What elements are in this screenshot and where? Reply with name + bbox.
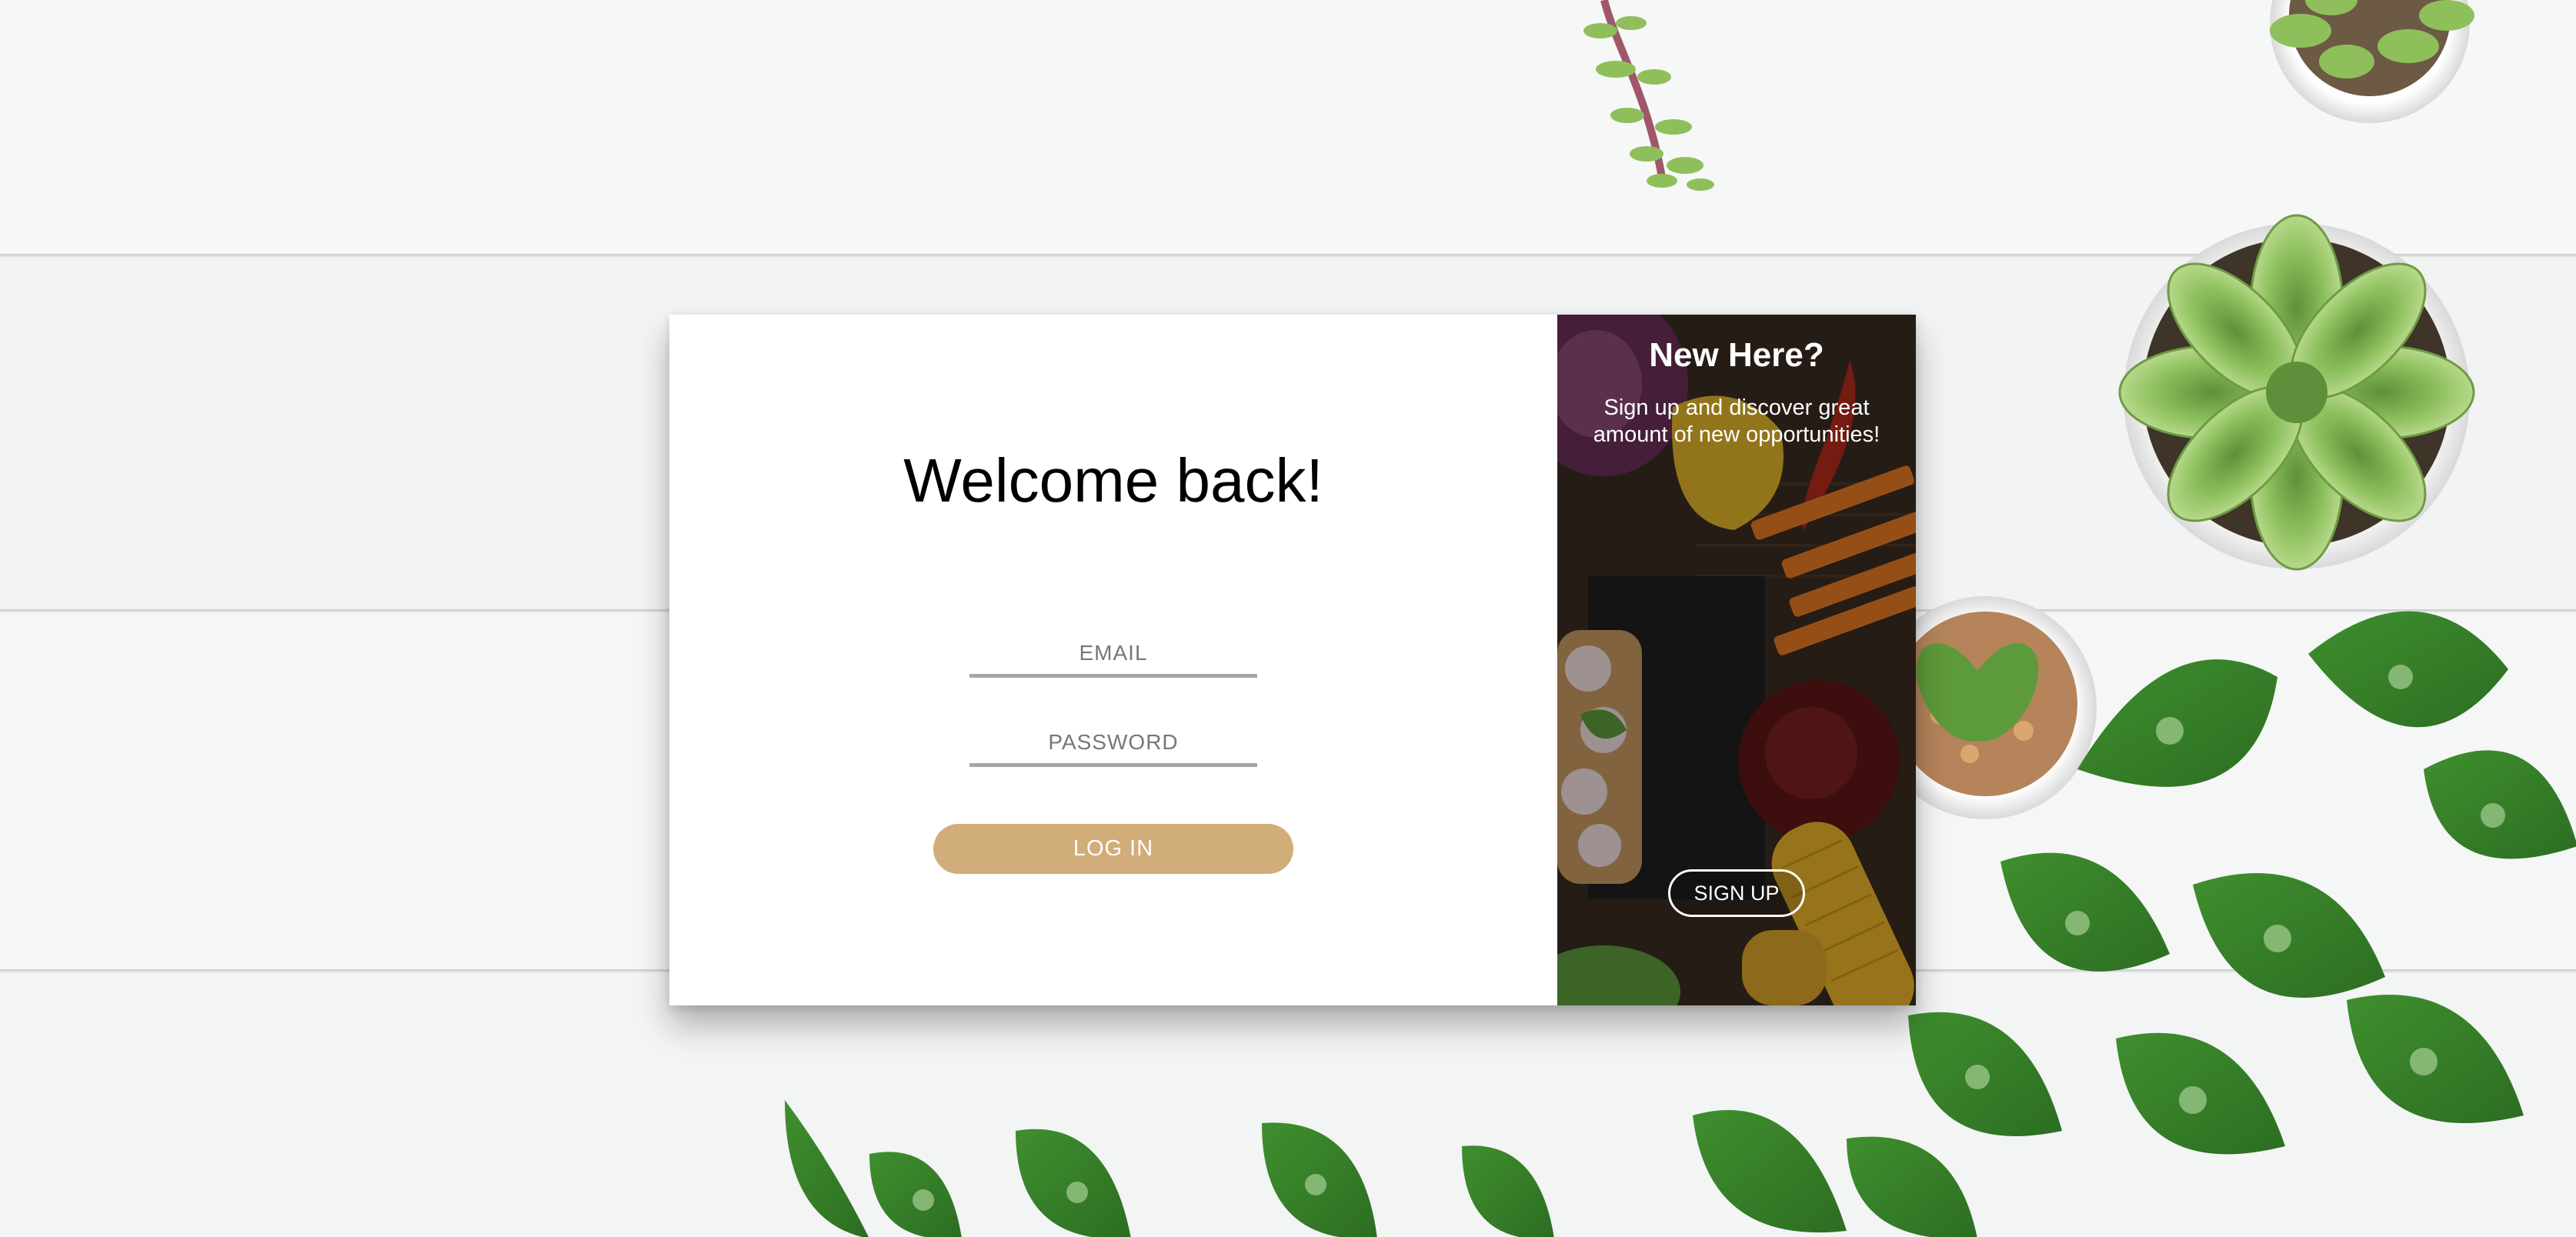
login-form-pane: Welcome back! LOG IN: [669, 315, 1557, 1005]
signup-description: Sign up and discover great amount of new…: [1593, 395, 1880, 447]
succulent-pot-icon: [2270, 0, 2474, 123]
login-card: Welcome back! LOG IN: [669, 315, 1916, 1005]
welcome-heading: Welcome back!: [903, 446, 1323, 515]
signup-button[interactable]: SIGN UP: [1668, 869, 1805, 917]
succulent-rosette-icon: [2118, 214, 2475, 571]
login-button[interactable]: LOG IN: [933, 824, 1293, 874]
new-here-heading: New Here?: [1649, 336, 1824, 374]
signup-panel: New Here? Sign up and discover great amo…: [1557, 315, 1916, 1005]
email-field[interactable]: [969, 632, 1257, 678]
hanging-succulent-icon: [1583, 0, 1714, 191]
password-field[interactable]: [969, 721, 1257, 767]
